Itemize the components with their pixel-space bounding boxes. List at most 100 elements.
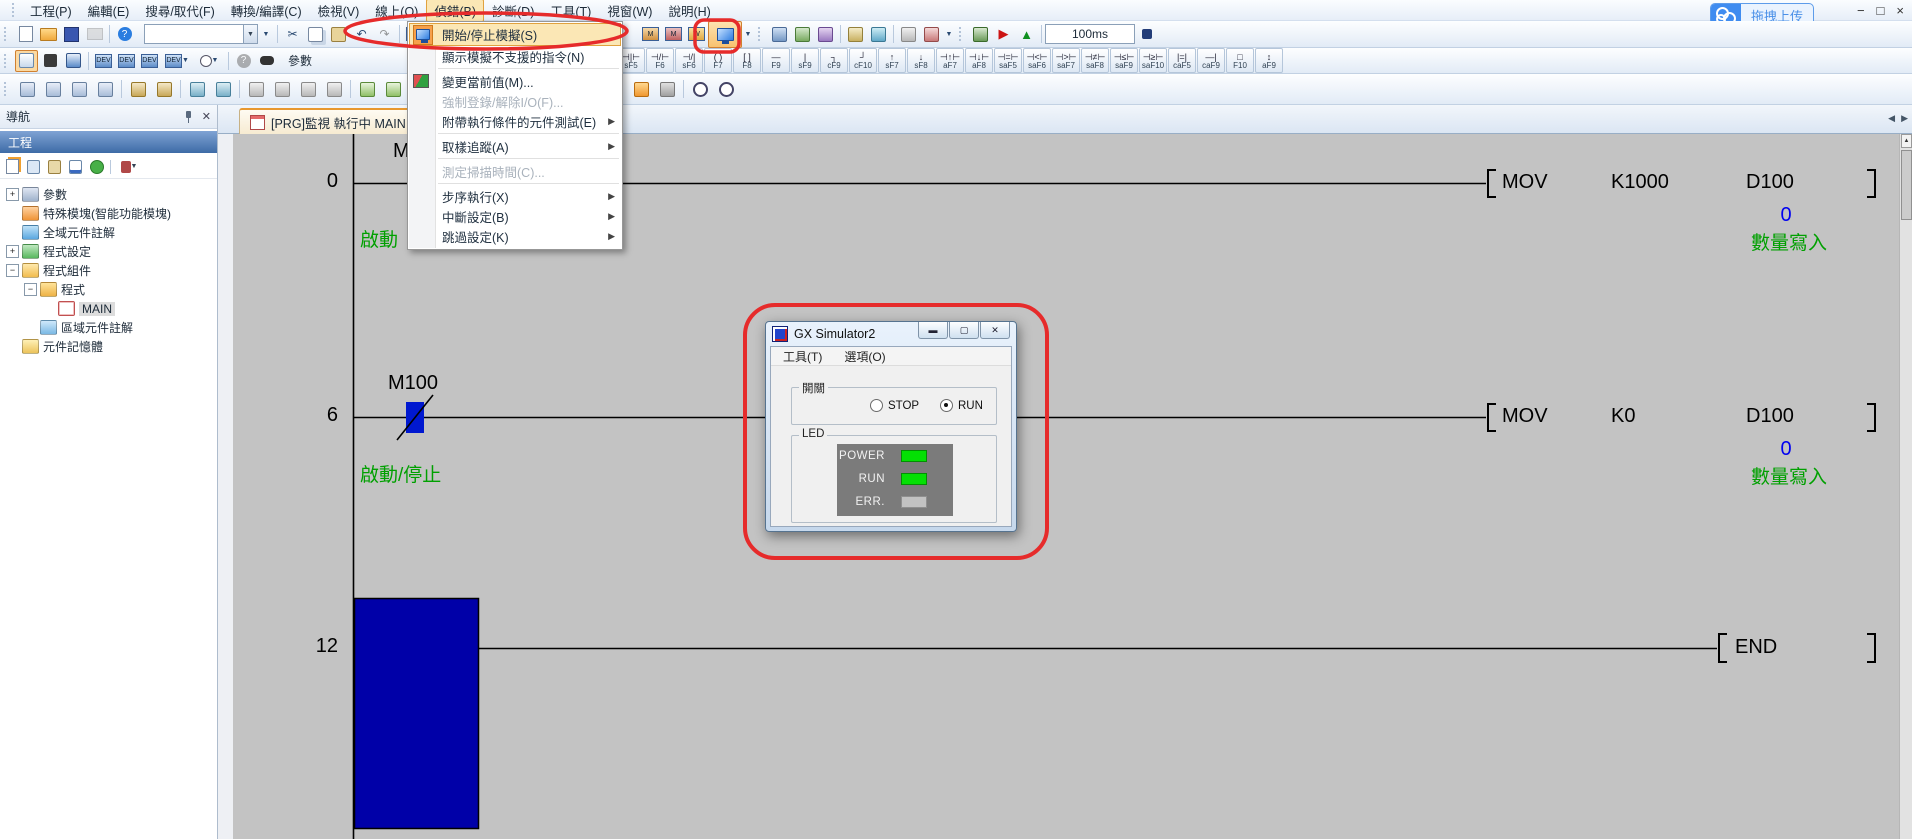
scan-time-combo[interactable]: 100ms — [1045, 24, 1135, 44]
tree-item-local-comment[interactable]: 區域元件註解 — [0, 318, 217, 337]
zoom-icon[interactable] — [898, 24, 919, 44]
insert-row-icon[interactable] — [15, 77, 39, 101]
ladder-compare-ne-button[interactable]: ⊣≠⊢saF8 — [1081, 48, 1109, 73]
radio-stop[interactable]: STOP — [870, 399, 919, 412]
comment-edit-icon[interactable] — [355, 77, 379, 101]
ladder-compare-gt-button[interactable]: ⊣>⊢saF7 — [1052, 48, 1080, 73]
copy-item-icon[interactable] — [24, 158, 43, 176]
tree-item-parameter[interactable]: +參數 — [0, 185, 217, 204]
collapse-icon[interactable]: − — [6, 264, 19, 277]
simulator-menu-tools[interactable]: 工具(T) — [783, 348, 822, 365]
monitor-write-icon[interactable]: W — [686, 24, 707, 44]
menu-item-step-execution[interactable]: 步序執行(X)▶ — [408, 186, 622, 206]
monitor-start-icon[interactable]: M — [640, 24, 661, 44]
write-mode-icon[interactable] — [270, 77, 294, 101]
find-icon[interactable] — [256, 51, 277, 71]
menu-window[interactable]: 視窗(W) — [599, 0, 660, 22]
ladder-vline-button[interactable]: |sF9 — [791, 48, 819, 73]
ladder-application-button[interactable]: [ ]F8 — [733, 48, 761, 73]
ladder-compare-le-button[interactable]: ⊣≤⊢saF9 — [1110, 48, 1138, 73]
expand-icon[interactable]: + — [6, 188, 19, 201]
zoom-in-icon[interactable] — [688, 77, 712, 101]
menu-debug[interactable]: 偵錯(B) — [426, 0, 484, 22]
scrollbar-thumb[interactable] — [1901, 150, 1912, 220]
save-icon[interactable] — [61, 24, 82, 44]
device-batch-icon[interactable]: DEV — [139, 51, 160, 71]
ladder-pulse-contact-up-button[interactable]: ⊣↑⊢aF7 — [936, 48, 964, 73]
start-stop-simulation-button[interactable] — [708, 21, 742, 48]
radio-run[interactable]: RUN — [940, 399, 983, 412]
close-icon[interactable]: ✕ — [202, 110, 211, 123]
tree-item-global-comment[interactable]: 全域元件註解 — [0, 223, 217, 242]
monitor-stop-icon[interactable]: M — [663, 24, 684, 44]
help-icon[interactable]: ? — [114, 24, 135, 44]
refresh-icon[interactable] — [87, 158, 106, 176]
redo-icon[interactable]: ↷ — [374, 24, 395, 44]
menu-diagnostics[interactable]: 診斷(D) — [484, 0, 542, 22]
tab-prg-monitor-main[interactable]: [PRG]監視 執行中 MAIN — [239, 108, 417, 135]
menu-tools[interactable]: 工具(T) — [542, 0, 599, 22]
new-item-icon[interactable] — [3, 158, 22, 176]
copy-icon[interactable] — [305, 24, 326, 44]
menu-item-sampling-trace[interactable]: 取樣追蹤(A)▶ — [408, 136, 622, 156]
menu-item-break-setting[interactable]: 中斷設定(B)▶ — [408, 206, 622, 226]
menu-help[interactable]: 說明(H) — [660, 0, 718, 22]
ladder-delete-vline-button[interactable]: ┘cF10 — [849, 48, 877, 73]
statement-display-icon[interactable] — [868, 24, 889, 44]
ladder-selection-cursor[interactable] — [355, 599, 479, 829]
tree-item-main[interactable]: MAIN — [0, 299, 217, 318]
ladder-delete-hline-button[interactable]: ┐cF9 — [820, 48, 848, 73]
zoom-out-icon[interactable] — [714, 77, 738, 101]
ladder-compare-eq-button[interactable]: ⊣=⊢saF5 — [994, 48, 1022, 73]
simulator-menu-options[interactable]: 選項(O) — [844, 348, 885, 365]
device-monitor-icon[interactable]: DEV▼ — [162, 51, 192, 71]
paste-item-icon[interactable] — [45, 158, 64, 176]
property-icon[interactable] — [66, 158, 85, 176]
simulator-title-bar[interactable]: GX Simulator2 — [772, 326, 875, 342]
step-marker-icon[interactable]: ▲ — [1016, 24, 1037, 44]
tree-item-intelligent-module[interactable]: 特殊模塊(智能功能模塊) — [0, 204, 217, 223]
menu-online[interactable]: 線上(O) — [367, 0, 426, 22]
delete-row-icon[interactable] — [41, 77, 65, 101]
minimize-icon[interactable]: − — [1857, 3, 1865, 18]
maximize-icon[interactable]: ▢ — [949, 322, 979, 339]
restore-icon[interactable]: □ — [1877, 3, 1885, 18]
minimize-icon[interactable]: ▬ — [918, 322, 948, 339]
chevron-down-icon[interactable]: ▼ — [944, 24, 954, 44]
tree-item-program[interactable]: −程式 — [0, 280, 217, 299]
ladder-hline-button[interactable]: —F9 — [762, 48, 790, 73]
filter-icon[interactable]: ▼ — [115, 158, 143, 176]
menu-edit[interactable]: 編輯(E) — [80, 0, 138, 22]
function-block-icon[interactable] — [40, 51, 61, 71]
tab-scroll-left-icon[interactable]: ◀ — [1888, 113, 1895, 124]
new-project-icon[interactable] — [15, 24, 36, 44]
ladder-pulse-up-button[interactable]: ↑sF7 — [878, 48, 906, 73]
ladder-invert-button[interactable]: |=|caF5 — [1168, 48, 1196, 73]
menu-project[interactable]: 工程(P) — [22, 0, 80, 22]
device-list-icon[interactable]: DEV — [116, 51, 137, 71]
toolbar-overflow-icon[interactable]: ▼ — [259, 24, 273, 44]
project-data-combo[interactable]: ▼ — [144, 24, 258, 44]
paste-block-icon[interactable] — [211, 77, 235, 101]
delete-column-icon[interactable] — [93, 77, 117, 101]
monitor-mode-icon[interactable] — [296, 77, 320, 101]
open-project-icon[interactable] — [38, 24, 59, 44]
cut-icon[interactable]: ✂ — [282, 24, 303, 44]
tree-item-pou[interactable]: −程式組件 — [0, 261, 217, 280]
close-icon[interactable]: × — [1896, 3, 1904, 18]
menu-item-change-current-value[interactable]: 變更當前值(M)... — [408, 71, 622, 91]
watch-window-icon[interactable] — [970, 24, 991, 44]
collapse-icon[interactable]: − — [24, 283, 37, 296]
chevron-down-icon[interactable]: ▼ — [743, 24, 753, 44]
program-check-icon[interactable] — [769, 24, 790, 44]
vertical-scrollbar[interactable]: ▲ — [1899, 134, 1912, 839]
menu-view[interactable]: 檢視(V) — [310, 0, 368, 22]
delete-line-icon[interactable] — [152, 77, 176, 101]
device-comment-icon[interactable]: DEV — [93, 51, 114, 71]
statement-edit-icon[interactable] — [381, 77, 405, 101]
output-window-icon[interactable] — [63, 51, 84, 71]
print-icon[interactable] — [84, 24, 105, 44]
monitor-write-mode-icon[interactable] — [322, 77, 346, 101]
ladder-inline-st-button[interactable]: □F10 — [1226, 48, 1254, 73]
help-context-icon[interactable]: ? — [233, 51, 254, 71]
